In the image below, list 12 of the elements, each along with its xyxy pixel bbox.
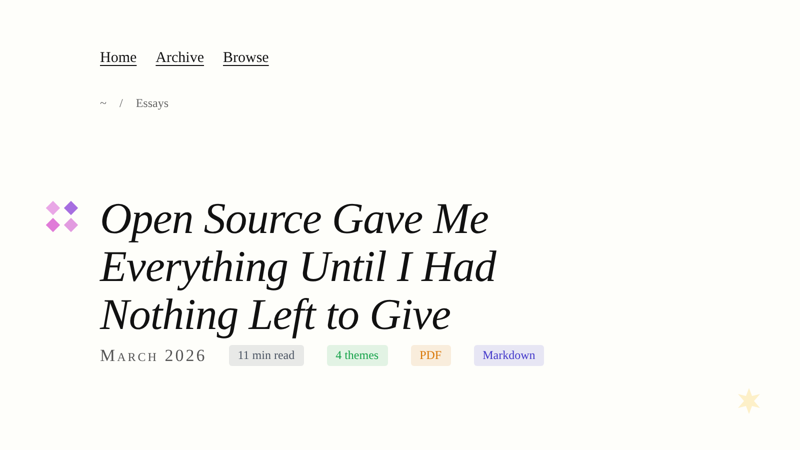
breadcrumb-separator: / xyxy=(120,96,123,111)
download-link[interactable]: Markdown xyxy=(474,345,544,366)
nav-link[interactable]: Archive xyxy=(156,50,204,67)
info-tag: 4 themes xyxy=(326,345,388,366)
nav-link[interactable]: Home xyxy=(100,50,137,67)
info-tag: 11 min read xyxy=(228,345,304,366)
breadcrumb-item: Essays xyxy=(136,96,169,111)
article-date: March 2026 xyxy=(100,346,207,366)
diamonds-logo-icon xyxy=(46,199,80,233)
nav-link[interactable]: Browse xyxy=(222,50,269,67)
article-title: Open Source Gave Me Everything Until I Had Nothing Left to Give xyxy=(100,195,498,339)
breadcrumb-separator[interactable]: ~ xyxy=(100,96,106,111)
